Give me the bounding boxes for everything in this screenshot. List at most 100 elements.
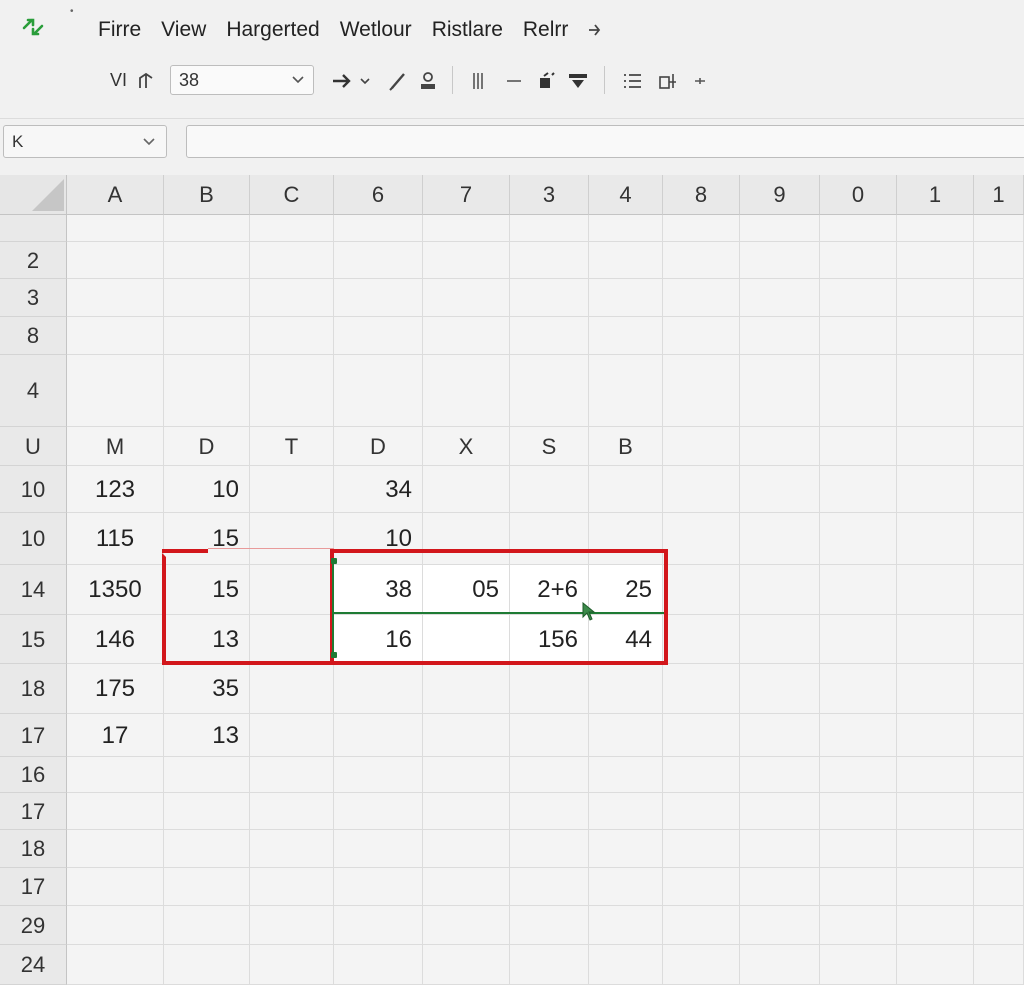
grid-cell[interactable] (250, 466, 334, 513)
grid-cell[interactable] (820, 427, 897, 466)
grid-cell[interactable] (974, 513, 1024, 565)
grid-cell[interactable] (974, 945, 1024, 985)
grid-cell[interactable] (820, 466, 897, 513)
grid-cell[interactable] (67, 830, 164, 868)
grid-cell[interactable] (820, 830, 897, 868)
data-cell[interactable]: 123 (67, 466, 164, 513)
grid-cell[interactable] (663, 793, 740, 830)
grid-cell[interactable] (740, 242, 820, 279)
grid-cell[interactable] (250, 355, 334, 427)
grid-cell[interactable] (820, 215, 897, 242)
grid-cell[interactable] (250, 215, 334, 242)
column-header[interactable]: A (67, 175, 164, 215)
column-header[interactable]: 4 (589, 175, 663, 215)
row-header[interactable]: 3 (0, 279, 67, 317)
grid-cell[interactable] (820, 906, 897, 945)
grid-cell[interactable] (897, 793, 974, 830)
grid-cell[interactable] (974, 565, 1024, 615)
grid-cell[interactable] (334, 215, 423, 242)
column-header[interactable]: 9 (740, 175, 820, 215)
grid-cell[interactable] (663, 945, 740, 985)
grid-cell[interactable] (250, 868, 334, 906)
grid-cell[interactable] (510, 279, 589, 317)
grid-cell[interactable] (820, 242, 897, 279)
grid-cell[interactable] (820, 714, 897, 757)
data-cell[interactable]: 35 (164, 664, 250, 714)
grid-cell[interactable] (740, 757, 820, 793)
grid-cell[interactable] (589, 317, 663, 355)
grid-cell[interactable] (334, 279, 423, 317)
header-row-cell[interactable]: D (164, 427, 250, 466)
grid-cell[interactable] (820, 513, 897, 565)
grid-cell[interactable] (974, 793, 1024, 830)
grid-cell[interactable] (510, 830, 589, 868)
header-row-cell[interactable]: X (423, 427, 510, 466)
grid-cell[interactable] (589, 242, 663, 279)
grid-cell[interactable] (820, 757, 897, 793)
grid-cell[interactable] (740, 664, 820, 714)
grid-cell[interactable] (820, 615, 897, 664)
grid-cell[interactable] (820, 664, 897, 714)
row-header[interactable] (0, 215, 67, 242)
grid-cell[interactable] (250, 757, 334, 793)
grid-cell[interactable] (164, 945, 250, 985)
grid-cell[interactable] (510, 868, 589, 906)
header-row-cell[interactable]: D (334, 427, 423, 466)
row-header[interactable]: 17 (0, 714, 67, 757)
grid-cell[interactable] (897, 427, 974, 466)
grid-cell[interactable] (663, 513, 740, 565)
grid-cell[interactable] (820, 945, 897, 985)
grid-cell[interactable] (423, 757, 510, 793)
grid-cell[interactable] (67, 215, 164, 242)
grid-cell[interactable] (663, 466, 740, 513)
grid-cell[interactable] (589, 664, 663, 714)
data-cell[interactable]: 1350 (67, 565, 164, 615)
row-header[interactable]: 17 (0, 793, 67, 830)
row-header[interactable]: 29 (0, 906, 67, 945)
grid-cell[interactable] (423, 906, 510, 945)
row-header[interactable]: 10 (0, 513, 67, 565)
grid-cell[interactable] (974, 868, 1024, 906)
grid-cell[interactable] (423, 714, 510, 757)
grid-cell[interactable] (510, 793, 589, 830)
grid-cell[interactable] (897, 714, 974, 757)
grid-cell[interactable] (510, 664, 589, 714)
grid-cell[interactable] (423, 868, 510, 906)
grid-cell[interactable] (897, 242, 974, 279)
grid-cell[interactable] (423, 945, 510, 985)
grid-cell[interactable] (250, 793, 334, 830)
grid-cell[interactable] (250, 830, 334, 868)
grid-cell[interactable] (820, 793, 897, 830)
grid-cell[interactable] (510, 317, 589, 355)
grid-cell[interactable] (334, 830, 423, 868)
data-cell[interactable]: 10 (164, 466, 250, 513)
row-header[interactable]: 10 (0, 466, 67, 513)
grid-cell[interactable] (510, 906, 589, 945)
grid-cell[interactable] (663, 714, 740, 757)
row-header[interactable]: 18 (0, 664, 67, 714)
grid-cell[interactable] (740, 868, 820, 906)
row-header[interactable]: 15 (0, 615, 67, 664)
grid-cell[interactable] (740, 714, 820, 757)
grid-cell[interactable] (334, 664, 423, 714)
grid-cell[interactable] (663, 868, 740, 906)
column-header[interactable]: 1 (974, 175, 1024, 215)
grid-cell[interactable] (663, 242, 740, 279)
grid-cell[interactable] (67, 355, 164, 427)
grid-cell[interactable] (740, 317, 820, 355)
column-header[interactable]: 6 (334, 175, 423, 215)
grid-cell[interactable] (663, 427, 740, 466)
grid-cell[interactable] (897, 830, 974, 868)
grid-cell[interactable] (67, 945, 164, 985)
grid-cell[interactable] (740, 355, 820, 427)
grid-cell[interactable] (740, 945, 820, 985)
grid-cell[interactable] (589, 906, 663, 945)
grid-cell[interactable] (663, 355, 740, 427)
grid-cell[interactable] (974, 242, 1024, 279)
grid-cell[interactable] (974, 757, 1024, 793)
grid-cell[interactable] (334, 242, 423, 279)
grid-cell[interactable] (164, 215, 250, 242)
grid-cell[interactable] (974, 355, 1024, 427)
grid-cell[interactable] (740, 830, 820, 868)
grid-cell[interactable] (164, 279, 250, 317)
